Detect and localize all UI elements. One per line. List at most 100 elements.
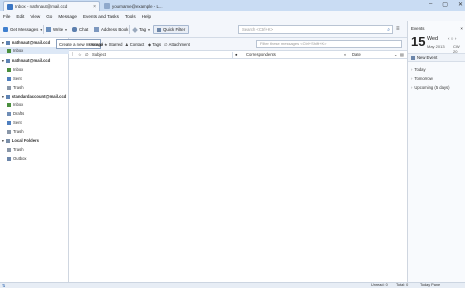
contact-icon: ♟ [125, 42, 129, 47]
date-column-header[interactable]: Date [352, 52, 361, 57]
star-icon: ★ [104, 42, 108, 47]
junk-column-icon[interactable]: ◐ [344, 52, 347, 57]
day-name: Wed [427, 36, 438, 42]
trash-icon [7, 129, 11, 134]
star-column-icon[interactable]: ☆ [78, 52, 82, 57]
toolbar-divider [129, 25, 130, 34]
menu-events-tasks[interactable]: Events and Tasks [83, 14, 119, 19]
correspondents-column-header[interactable]: Correspondents [246, 52, 276, 57]
folder-item-drafts[interactable]: Drafts [0, 110, 69, 117]
local-folders-label: Local Folders [11, 138, 39, 143]
folder-item-inbox[interactable]: Inbox [0, 66, 69, 73]
quick-filter-button[interactable]: Quick Filter [153, 25, 190, 34]
thread-list[interactable] [69, 59, 407, 282]
attachment-column-icon[interactable]: ∅ [85, 52, 89, 57]
month-year: May 2013 [427, 44, 445, 49]
contact-filter-button[interactable]: ♟ Contact [125, 41, 144, 48]
title-bar: Inbox - nathnaut@mail.ccd × yourname@exa… [0, 0, 465, 11]
menu-message[interactable]: Message [58, 14, 77, 19]
tags-filter-button[interactable]: ◆ Tags [148, 41, 161, 48]
attachment-filter-button[interactable]: ∅ Attachment [164, 41, 190, 48]
starred-filter-button[interactable]: ★ Starred [104, 41, 123, 48]
new-event-button[interactable]: New Event [408, 53, 465, 62]
menu-file[interactable]: File [3, 14, 10, 19]
close-button[interactable]: ✕ [458, 1, 463, 8]
account-item[interactable]: ▾ standardaccount@mail.ccd [0, 93, 69, 100]
folder-label: Trash [13, 129, 24, 134]
unread-count: Unread: 0 [371, 283, 388, 287]
folder-item-outbox[interactable]: Outbox [0, 155, 69, 162]
search-icon[interactable]: ⌕ [387, 27, 390, 33]
total-count: Total: 0 [396, 283, 409, 287]
events-group-upcoming[interactable]: › Upcoming (5 days) [411, 85, 450, 90]
folder-item-sent[interactable]: Sent [0, 119, 69, 126]
close-icon[interactable]: × [460, 26, 463, 31]
folder-item-trash[interactable]: Trash [0, 84, 69, 91]
chevron-right-icon: › [411, 85, 413, 90]
tab-inbox[interactable]: Inbox - nathnaut@mail.ccd × [3, 1, 100, 11]
menu-edit[interactable]: Edit [16, 14, 24, 19]
folder-label: Drafts [13, 111, 25, 116]
events-group-today[interactable]: › Today [411, 67, 426, 72]
get-messages-button[interactable]: Get Messages ▾ [3, 25, 42, 34]
subject-column-header[interactable]: Subject [92, 52, 106, 57]
day-nav-arrows[interactable]: ‹ ○ › [448, 36, 456, 41]
thread-column-icon[interactable]: ⁞ [72, 52, 73, 57]
app-menu-icon[interactable]: ≡ [396, 26, 400, 32]
menu-help[interactable]: Help [142, 14, 151, 19]
menu-go[interactable]: Go [46, 14, 52, 19]
sent-icon [7, 76, 11, 81]
folder-label: Inbox [13, 48, 24, 53]
day-number: 15 [411, 34, 426, 49]
page-icon [104, 3, 110, 9]
folder-label: Inbox [13, 67, 24, 72]
quick-filter-bar: Create a new message Unread ★ Starred ♟ … [56, 38, 407, 51]
filter-messages-input[interactable]: Filter these messages <Ctrl+Shift+K> [256, 40, 402, 48]
chat-icon [72, 27, 77, 32]
online-status-icon[interactable]: ⇅ [2, 283, 5, 288]
tags-label: Tags [152, 42, 162, 47]
mail-icon [7, 3, 13, 10]
maximize-button[interactable]: ▢ [442, 1, 448, 8]
inbox-icon [7, 102, 11, 107]
unread-filter-button[interactable]: Unread [89, 41, 103, 48]
chevron-down-icon: ▾ [148, 27, 150, 32]
folder-item-trash[interactable]: Trash [0, 146, 69, 153]
tag-label: Tag [139, 27, 147, 32]
contact-label: Contact [129, 42, 145, 47]
tab-second[interactable]: yourname@example - L... [101, 1, 176, 11]
sort-direction-icon[interactable]: ⌄ [394, 52, 398, 57]
search-input[interactable]: Search <Ctrl+K> ⌕ [238, 25, 393, 34]
filter-placeholder: Filter these messages <Ctrl+Shift+K> [260, 41, 327, 46]
tag-button[interactable]: Tag ▾ [132, 25, 150, 34]
pencil-icon [46, 27, 51, 32]
chat-button[interactable]: Chat [72, 25, 88, 34]
read-column-icon[interactable]: ● [235, 52, 238, 57]
chevron-down-icon: ▾ [2, 138, 4, 143]
group-label: Upcoming (5 days) [414, 85, 450, 90]
thread-list-header: ⁞ ☆ ∅ Subject ● Correspondents ◐ Date ⌄ … [69, 51, 407, 59]
menu-tools[interactable]: Tools [125, 14, 136, 19]
account-item[interactable]: ▾ nathnaut@mail.ccd [0, 57, 69, 64]
menu-bar: File Edit View Go Message Events and Tas… [0, 11, 465, 21]
events-group-tomorrow[interactable]: › Tomorrow [411, 76, 433, 81]
folder-item-trash[interactable]: Trash [0, 128, 69, 135]
mail-account-icon [5, 40, 10, 45]
group-label: Today [414, 67, 426, 72]
chevron-down-icon: ▾ [65, 27, 67, 32]
folder-item-sent[interactable]: Sent [0, 75, 69, 82]
folder-label: Sent [13, 120, 22, 125]
close-tab-icon[interactable]: × [93, 4, 96, 10]
column-picker-icon[interactable]: ▤ [400, 52, 404, 57]
menu-view[interactable]: View [30, 14, 40, 19]
folder-label: Sent [13, 76, 22, 81]
local-folders-item[interactable]: ▾ Local Folders [0, 137, 69, 144]
today-pane-toggle[interactable]: Today Pane [420, 283, 440, 287]
filter-icon [157, 27, 161, 32]
write-button[interactable]: Write ▾ [46, 25, 67, 34]
address-book-button[interactable]: Address Book [94, 25, 128, 34]
address-book-icon [94, 27, 99, 32]
chevron-down-icon: ▾ [2, 58, 4, 63]
minimize-button[interactable]: – [429, 1, 432, 8]
folder-item-inbox[interactable]: Inbox [0, 101, 69, 108]
